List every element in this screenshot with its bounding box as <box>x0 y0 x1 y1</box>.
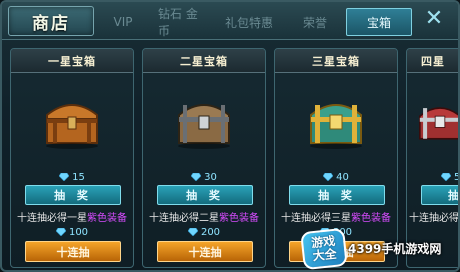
tab-vip[interactable]: VIP <box>98 8 148 36</box>
ten-draw-guarantee-text: 十连抽必得二星紫色装备 <box>143 209 265 224</box>
guarantee-highlight: 紫色装备 <box>87 213 127 224</box>
single-draw-price-value: 5 <box>454 171 460 183</box>
draw-button[interactable]: 抽 奖 <box>25 185 121 205</box>
single-draw-price: 15 <box>11 170 133 184</box>
guarantee-prefix: 十连抽必得三星 <box>281 213 351 224</box>
ten-draw-guarantee-text: 十连抽必得三星紫色装备 <box>275 209 397 224</box>
chest-card-1star: 一星宝箱 15 抽 奖 十连抽必得一星紫色装备 100 十连抽 <box>10 48 134 268</box>
single-draw-price-value: 30 <box>204 171 217 183</box>
tab-treasure-chest[interactable]: 宝箱 <box>346 8 412 36</box>
chest-image-area <box>143 75 265 167</box>
diamond-icon <box>187 228 198 236</box>
ten-draw-guarantee-text: 十连抽必得四 <box>409 213 459 223</box>
ten-draw-price: 200 <box>143 225 265 239</box>
ten-draw-price: 100 <box>11 225 133 239</box>
chest-image-area <box>11 75 133 167</box>
shop-title-plate: 商店 <box>8 6 94 36</box>
iron-chest-icon <box>178 104 230 149</box>
ten-draw-button[interactable]: 十连抽 <box>25 241 121 262</box>
draw-button[interactable]: 抽 奖 <box>157 185 253 205</box>
single-draw-price: 40 <box>275 170 397 184</box>
single-draw-price: 30 <box>143 170 265 184</box>
tab-gift-pack[interactable]: 礼包特惠 <box>214 8 284 36</box>
shop-title: 商店 <box>32 13 70 34</box>
single-draw-price-value: 40 <box>336 171 349 183</box>
shop-tabs: VIP 钻石 金币 礼包特惠 荣誉 宝箱 <box>98 7 412 38</box>
wooden-chest-icon <box>46 104 98 149</box>
chest-card-title: 三星宝箱 <box>275 49 397 73</box>
diamond-icon <box>441 173 451 181</box>
chest-image-area <box>407 75 458 167</box>
diamond-icon <box>323 173 334 181</box>
red-chest-icon <box>419 107 458 140</box>
draw-button[interactable]: 抽 <box>421 185 458 205</box>
watermark-logo: 游戏 大全 <box>300 227 348 270</box>
diamond-icon <box>55 228 66 236</box>
watermark-text: 4399手机游戏网 <box>348 242 442 256</box>
ten-draw-price-value: 100 <box>68 226 89 238</box>
chest-card-title: 四星 <box>407 49 458 73</box>
gold-teal-chest-icon <box>310 104 362 149</box>
guarantee-highlight: 紫色装备 <box>351 213 391 224</box>
draw-button[interactable]: 抽 奖 <box>289 185 385 205</box>
site-watermark: 游戏 大全 4399手机游戏网 <box>300 227 458 270</box>
ten-draw-button[interactable]: 十连抽 <box>157 241 253 262</box>
tab-diamond-gold[interactable]: 钻石 金币 <box>148 7 214 38</box>
guarantee-prefix: 十连抽必得一星 <box>17 213 87 224</box>
chest-card-title: 二星宝箱 <box>143 49 265 73</box>
chest-card-2star: 二星宝箱 30 抽 奖 十连抽必得二星紫色装备 200 十连抽 <box>142 48 266 268</box>
guarantee-prefix: 十连抽必得二星 <box>149 213 219 224</box>
single-draw-price-value: 15 <box>72 171 85 183</box>
chest-card-title-text: 四星 <box>421 54 445 68</box>
shop-window: 商店 VIP 钻石 金币 礼包特惠 荣誉 宝箱 ✕ 一星宝箱 15 抽 奖 十连… <box>0 0 460 272</box>
close-button[interactable]: ✕ <box>422 8 446 32</box>
close-icon: ✕ <box>424 6 444 31</box>
chest-image-area <box>275 75 397 167</box>
chest-card-title: 一星宝箱 <box>11 49 133 73</box>
watermark-logo-line2: 大全 <box>311 246 338 264</box>
diamond-icon <box>59 173 70 181</box>
single-draw-price: 5 <box>407 170 460 184</box>
tab-honor[interactable]: 荣誉 <box>284 8 346 36</box>
guarantee-highlight: 紫色装备 <box>219 213 259 224</box>
ten-draw-guarantee-text: 十连抽必得一星紫色装备 <box>11 209 133 224</box>
ten-draw-price-value: 200 <box>200 226 221 238</box>
diamond-icon <box>191 173 202 181</box>
shop-header: 商店 VIP 钻石 金币 礼包特惠 荣誉 宝箱 ✕ <box>2 2 458 40</box>
